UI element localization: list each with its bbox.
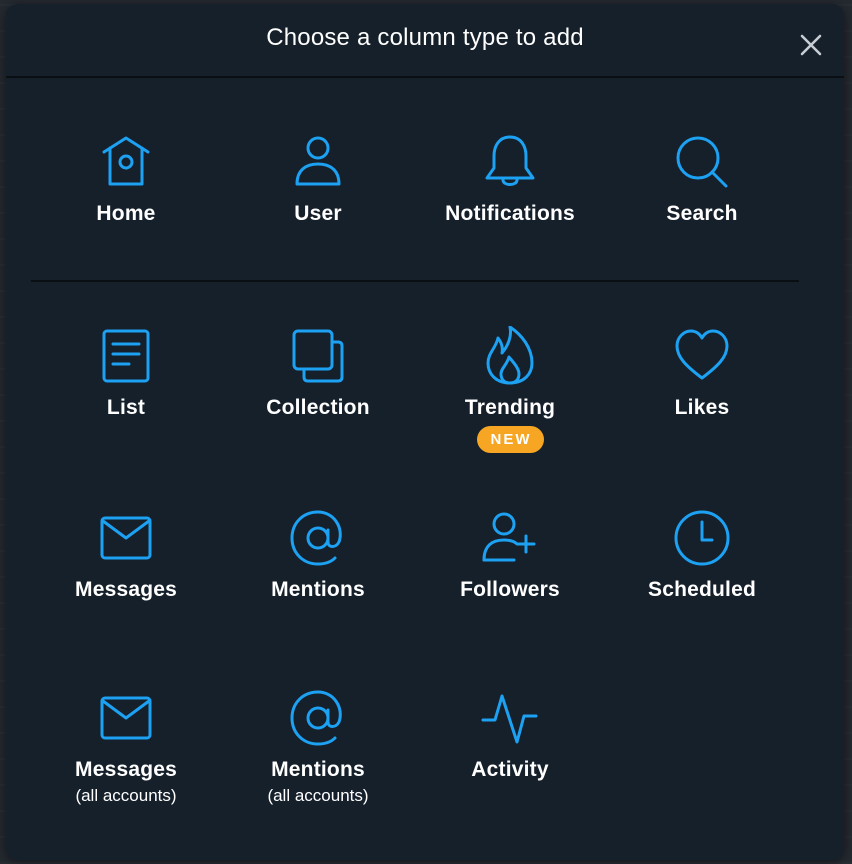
column-type-label: Followers — [460, 578, 560, 601]
column-type-label: Trending — [464, 396, 556, 419]
column-type-label: Activity — [471, 758, 549, 781]
column-type-list[interactable]: List — [30, 326, 222, 476]
column-type-label: User — [294, 202, 342, 225]
home-icon — [102, 136, 150, 186]
user-icon — [295, 136, 341, 186]
at-sign-icon — [290, 510, 342, 566]
collection-icon — [292, 329, 344, 383]
close-button[interactable] — [796, 30, 826, 60]
column-type-label: Collection — [266, 396, 370, 419]
bell-icon — [485, 135, 535, 186]
column-type-sublabel: (all accounts) — [267, 786, 369, 805]
column-type-notifications[interactable]: Notifications — [414, 132, 606, 282]
new-badge: NEW — [476, 426, 544, 453]
add-column-modal: Choose a column type to add Home User No… — [6, 4, 844, 860]
column-type-search[interactable]: Search — [606, 132, 798, 282]
close-icon — [800, 34, 822, 56]
modal-title: Choose a column type to add — [266, 24, 584, 51]
column-type-messages-all-accounts[interactable]: Messages (all accounts) — [30, 688, 222, 838]
column-type-likes[interactable]: Likes — [606, 326, 798, 476]
at-sign-icon — [290, 690, 342, 746]
column-type-label: Scheduled — [648, 578, 756, 601]
column-type-label: Mentions — [271, 758, 365, 781]
flame-icon — [486, 326, 534, 385]
column-type-user[interactable]: User — [222, 132, 414, 282]
column-type-label: Messages — [75, 758, 177, 781]
search-icon — [676, 136, 728, 188]
user-plus-icon — [482, 512, 536, 562]
column-type-sublabel: (all accounts) — [75, 786, 177, 805]
column-type-label: Likes — [674, 396, 730, 419]
column-type-label: Mentions — [271, 578, 365, 601]
column-type-home[interactable]: Home — [30, 132, 222, 282]
column-type-mentions[interactable]: Mentions — [222, 508, 414, 658]
activity-icon — [481, 694, 538, 744]
column-type-messages[interactable]: Messages — [30, 508, 222, 658]
column-type-scheduled[interactable]: Scheduled — [606, 508, 798, 658]
envelope-icon — [100, 516, 152, 560]
clock-icon — [674, 510, 730, 566]
column-type-label: List — [106, 396, 146, 419]
column-type-mentions-all-accounts[interactable]: Mentions (all accounts) — [222, 688, 414, 838]
heart-icon — [675, 329, 729, 380]
envelope-icon — [100, 696, 152, 740]
column-type-followers[interactable]: Followers — [414, 508, 606, 658]
column-type-label: Notifications — [445, 202, 575, 225]
column-type-label: Messages — [75, 578, 177, 601]
modal-header: Choose a column type to add — [6, 4, 844, 78]
column-type-label: Home — [96, 202, 156, 225]
list-icon — [102, 329, 150, 383]
column-type-activity[interactable]: Activity — [414, 688, 606, 838]
column-type-collection[interactable]: Collection — [222, 326, 414, 476]
column-type-label: Search — [666, 202, 738, 225]
column-type-trending[interactable]: Trending NEW — [414, 326, 606, 476]
